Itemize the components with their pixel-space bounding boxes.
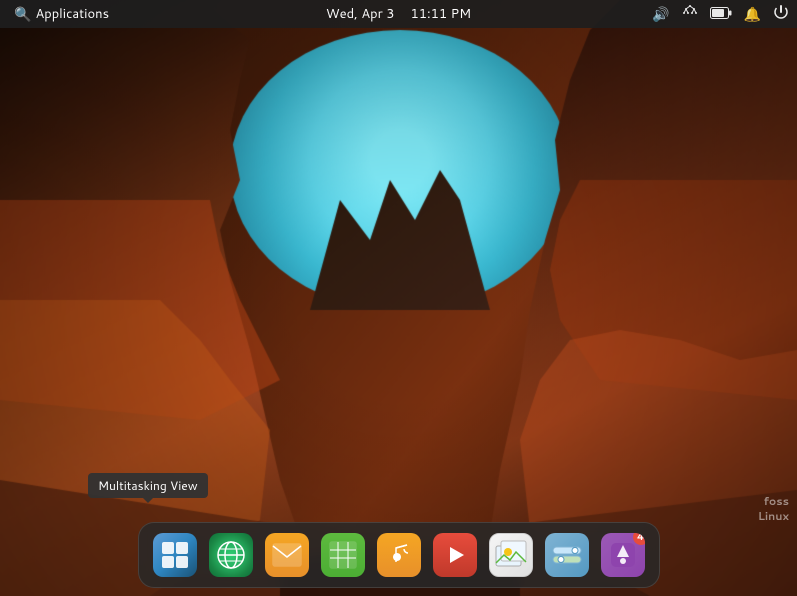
globe-icon [209, 533, 253, 577]
power-svg [773, 4, 789, 20]
video-svg [440, 543, 470, 567]
settings-icon [545, 533, 589, 577]
dock-item-mail[interactable] [261, 529, 313, 581]
spreadsheet-icon [321, 533, 365, 577]
taskbar-dock: 4 [138, 522, 660, 588]
panel-left: 🔍 Applications [8, 2, 115, 26]
applications-label: Applications [35, 5, 109, 23]
watermark: foss Linux [758, 495, 789, 524]
time-display: 11:11 PM [410, 5, 471, 23]
volume-icon[interactable]: 🔊 [652, 4, 669, 24]
dock-item-store[interactable]: 4 [597, 529, 649, 581]
settings-svg [551, 545, 583, 565]
dock-item-photos[interactable] [485, 529, 537, 581]
network-svg [682, 4, 698, 20]
power-icon[interactable] [773, 4, 789, 25]
multitask-icon [153, 533, 197, 577]
dock-item-browser[interactable] [205, 529, 257, 581]
battery-icon[interactable] [710, 4, 732, 24]
top-panel: 🔍 Applications Wed, Apr 3 11:11 PM 🔊 [0, 0, 797, 28]
wallpaper [0, 0, 797, 596]
panel-center: Wed, Apr 3 11:11 PM [326, 5, 471, 23]
dock-item-settings[interactable] [541, 529, 593, 581]
date-display: Wed, Apr 3 [326, 5, 395, 23]
network-icon[interactable] [682, 4, 698, 25]
watermark-foss-text: foss [758, 495, 789, 508]
search-icon: 🔍 [14, 4, 31, 24]
watermark-linux-text: Linux [758, 508, 789, 524]
panel-right: 🔊 [652, 4, 789, 25]
applications-button[interactable]: 🔍 Applications [8, 2, 115, 26]
globe-svg [215, 539, 247, 571]
music-icon [377, 533, 421, 577]
mail-svg [272, 543, 302, 567]
multitask-svg [160, 540, 190, 570]
store-icon: 4 [601, 533, 645, 577]
spreadsheet-svg [328, 540, 358, 570]
dock-item-multitask[interactable] [149, 529, 201, 581]
desktop: 🔍 Applications Wed, Apr 3 11:11 PM 🔊 [0, 0, 797, 596]
dock-item-music[interactable] [373, 529, 425, 581]
music-svg [385, 541, 413, 569]
dock-item-video[interactable] [429, 529, 481, 581]
notification-icon[interactable]: 🔔 [744, 4, 761, 24]
photos-icon [489, 533, 533, 577]
photos-svg [494, 538, 528, 572]
dock-item-spreadsheet[interactable] [317, 529, 369, 581]
video-icon [433, 533, 477, 577]
store-svg [609, 541, 637, 569]
mail-icon [265, 533, 309, 577]
battery-svg [710, 7, 732, 19]
